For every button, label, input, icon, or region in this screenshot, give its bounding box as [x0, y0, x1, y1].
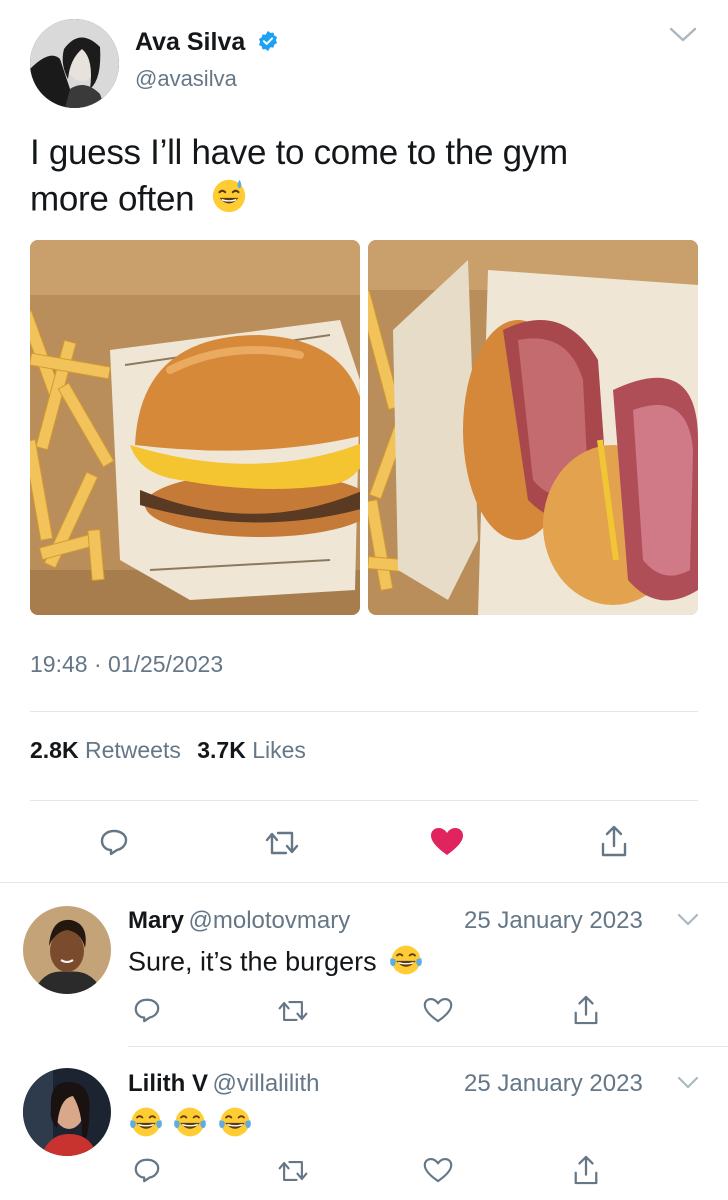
retweet-icon[interactable] — [262, 826, 302, 860]
divider — [0, 882, 728, 883]
chevron-down-icon[interactable] — [675, 910, 701, 930]
tweet-stats: 2.8K Retweets 3.7K Likes — [30, 737, 306, 764]
retweets-stat[interactable]: 2.8K Retweets — [30, 737, 187, 763]
heart-outline-icon[interactable] — [421, 1154, 455, 1186]
tweet-text-line-2-row: more often — [30, 176, 710, 226]
tears-of-joy-emoji — [172, 1104, 208, 1145]
reply-author-handle[interactable]: @villalilith — [212, 1070, 319, 1097]
verified-badge-icon — [257, 30, 279, 52]
reply-author-handle[interactable]: @molotovmary — [188, 907, 350, 934]
divider — [30, 711, 698, 712]
likes-label: Likes — [252, 737, 306, 763]
tweet-image-2[interactable] — [368, 240, 698, 615]
retweet-icon[interactable] — [275, 1156, 311, 1186]
heart-outline-icon[interactable] — [421, 994, 455, 1026]
tweet-timestamp[interactable]: 19:48 · 01/25/2023 — [30, 651, 223, 678]
chevron-down-icon[interactable] — [675, 1073, 701, 1093]
retweet-icon[interactable] — [275, 996, 311, 1026]
likes-stat[interactable]: 3.7K Likes — [197, 737, 306, 763]
tears-of-joy-emoji — [388, 942, 424, 985]
reply-avatar[interactable] — [23, 906, 111, 994]
retweets-count: 2.8K — [30, 737, 79, 763]
reply-icon[interactable] — [131, 994, 163, 1026]
reply-author-name[interactable]: Mary — [128, 907, 184, 934]
author-avatar[interactable] — [30, 19, 119, 108]
tweet-text-line-1: I guess I’ll have to come to the gym — [30, 133, 568, 172]
author-name[interactable]: Ava Silva — [135, 28, 245, 57]
reply-date[interactable]: 25 January 2023 — [464, 907, 643, 935]
reply-avatar[interactable] — [23, 1068, 111, 1156]
reply-icon[interactable] — [96, 824, 132, 860]
reply-icon[interactable] — [131, 1154, 163, 1186]
heart-icon[interactable] — [428, 824, 466, 860]
reply-text-content: Sure, it’s the burgers — [128, 946, 377, 977]
chevron-down-icon[interactable] — [666, 24, 700, 46]
tears-of-joy-emoji — [217, 1104, 253, 1145]
reply-text: Sure, it’s the burgers — [128, 942, 424, 985]
share-icon[interactable] — [570, 992, 602, 1028]
reply-header: Lilith V @villalilith — [128, 1070, 320, 1098]
reply-date[interactable]: 25 January 2023 — [464, 1070, 643, 1098]
author-handle[interactable]: @avasilva — [135, 66, 237, 92]
share-icon[interactable] — [570, 1152, 602, 1188]
divider — [30, 800, 698, 801]
tweet-text: I guess I’ll have to come to the gym mor… — [30, 130, 710, 226]
likes-count: 3.7K — [197, 737, 246, 763]
retweets-label: Retweets — [84, 737, 181, 763]
reply-header: Mary @molotovmary — [128, 907, 350, 935]
tweet-text-line-2: more often — [30, 179, 195, 219]
reply-text — [128, 1104, 253, 1145]
tears-of-joy-emoji — [128, 1104, 164, 1145]
sweat-smile-emoji — [210, 176, 248, 226]
divider — [128, 1046, 728, 1047]
tweet-image-1[interactable] — [30, 240, 360, 615]
reply-author-name[interactable]: Lilith V — [128, 1070, 208, 1097]
share-icon[interactable] — [597, 822, 631, 860]
